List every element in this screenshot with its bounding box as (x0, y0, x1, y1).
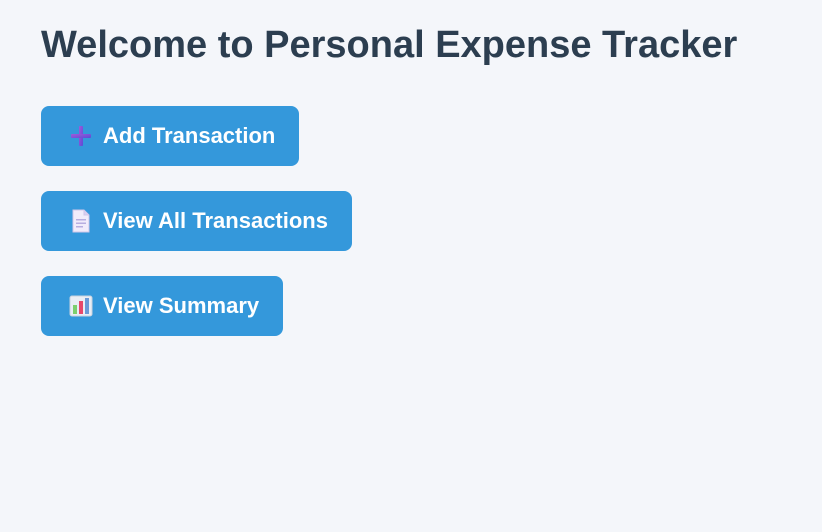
bar-chart-icon (67, 292, 95, 320)
add-transaction-label: Add Transaction (103, 123, 276, 148)
add-transaction-button[interactable]: Add Transaction (41, 106, 300, 166)
view-all-transactions-label: View All Transactions (103, 208, 328, 233)
view-all-transactions-button[interactable]: View All Transactions (41, 191, 352, 251)
page-title: Welcome to Personal Expense Tracker (41, 24, 738, 66)
plus-icon (67, 122, 95, 150)
view-summary-button[interactable]: View Summary (41, 276, 284, 336)
view-summary-label: View Summary (103, 293, 260, 318)
document-icon (67, 207, 95, 235)
